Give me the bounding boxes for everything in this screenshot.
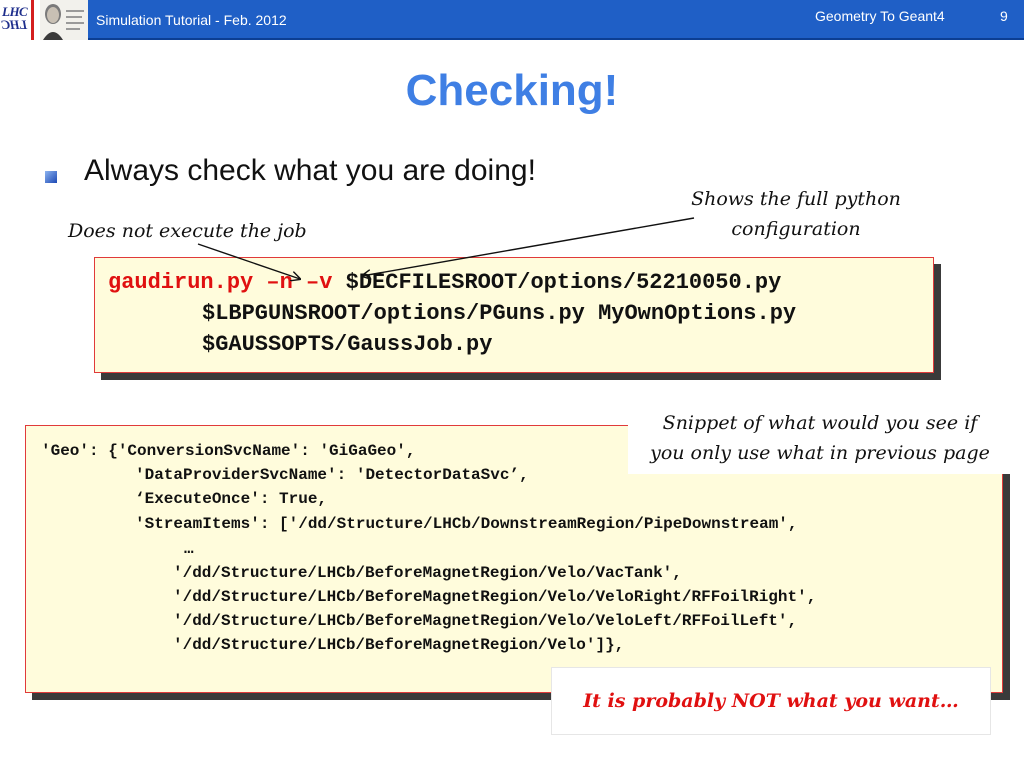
slide-title: Checking! [405, 66, 619, 115]
portrait-image [40, 0, 88, 40]
logo-bar [31, 0, 34, 40]
page-number: 9 [1000, 8, 1008, 24]
annotation-python-config-line2: configuration [731, 218, 861, 240]
command-line-2: $LBPGUNSROOT/options/PGuns.py MyOwnOptio… [202, 301, 797, 326]
bullet-text: Always check what you are doing! [84, 154, 536, 187]
annotation-snippet: Snippet of what would you see if you onl… [628, 408, 1012, 474]
annotation-snippet-line1: Snippet of what would you see if [662, 412, 978, 434]
blue-square-bullet-icon [45, 171, 57, 183]
annotation-python-config: Shows the full python configuration [668, 184, 924, 244]
annotation-python-config-line1: Shows the full python [691, 188, 901, 210]
annotation-no-execute: Does not execute the job [68, 220, 307, 242]
command-line-3: $GAUSSOPTS/GaussJob.py [202, 332, 493, 357]
lhc-logo-icon: LHC LHC [0, 0, 40, 40]
config-line: ‘ExecuteOnce': True, [135, 490, 328, 508]
config-line: 'StreamItems': ['/dd/Structure/LHCb/Down… [135, 515, 798, 533]
config-line: '/dd/Structure/LHCb/BeforeMagnetRegion/V… [173, 612, 798, 630]
config-ellipsis: … [184, 540, 194, 558]
logo-text-bottom: LHC [2, 17, 28, 32]
config-line: '/dd/Structure/LHCb/BeforeMagnetRegion/V… [173, 588, 817, 606]
annotation-not-what-you-want: It is probably NOT what you want… [552, 668, 990, 734]
presentation-title: Simulation Tutorial - Feb. 2012 [96, 12, 287, 28]
annotation-snippet-line2: you only use what in previous page [650, 442, 990, 464]
config-line: '/dd/Structure/LHCb/BeforeMagnetRegion/V… [173, 636, 625, 654]
section-title: Geometry To Geant4 [815, 8, 945, 24]
config-line: 'DataProviderSvcName': 'DetectorDataSvc’… [135, 466, 529, 484]
command-line-1: gaudirun.py –n –v $DECFILESROOT/options/… [108, 268, 781, 298]
config-line: '/dd/Structure/LHCb/BeforeMagnetRegion/V… [173, 564, 682, 582]
command-line-1-rest: $DECFILESROOT/options/52210050.py [345, 270, 782, 295]
config-line: 'Geo': {'ConversionSvcName': 'GiGaGeo', [41, 442, 416, 460]
command-prefix: gaudirun.py –n –v [108, 270, 346, 295]
header-bar: LHC LHC Simulation Tutorial - Feb. 2012 … [0, 0, 1024, 40]
